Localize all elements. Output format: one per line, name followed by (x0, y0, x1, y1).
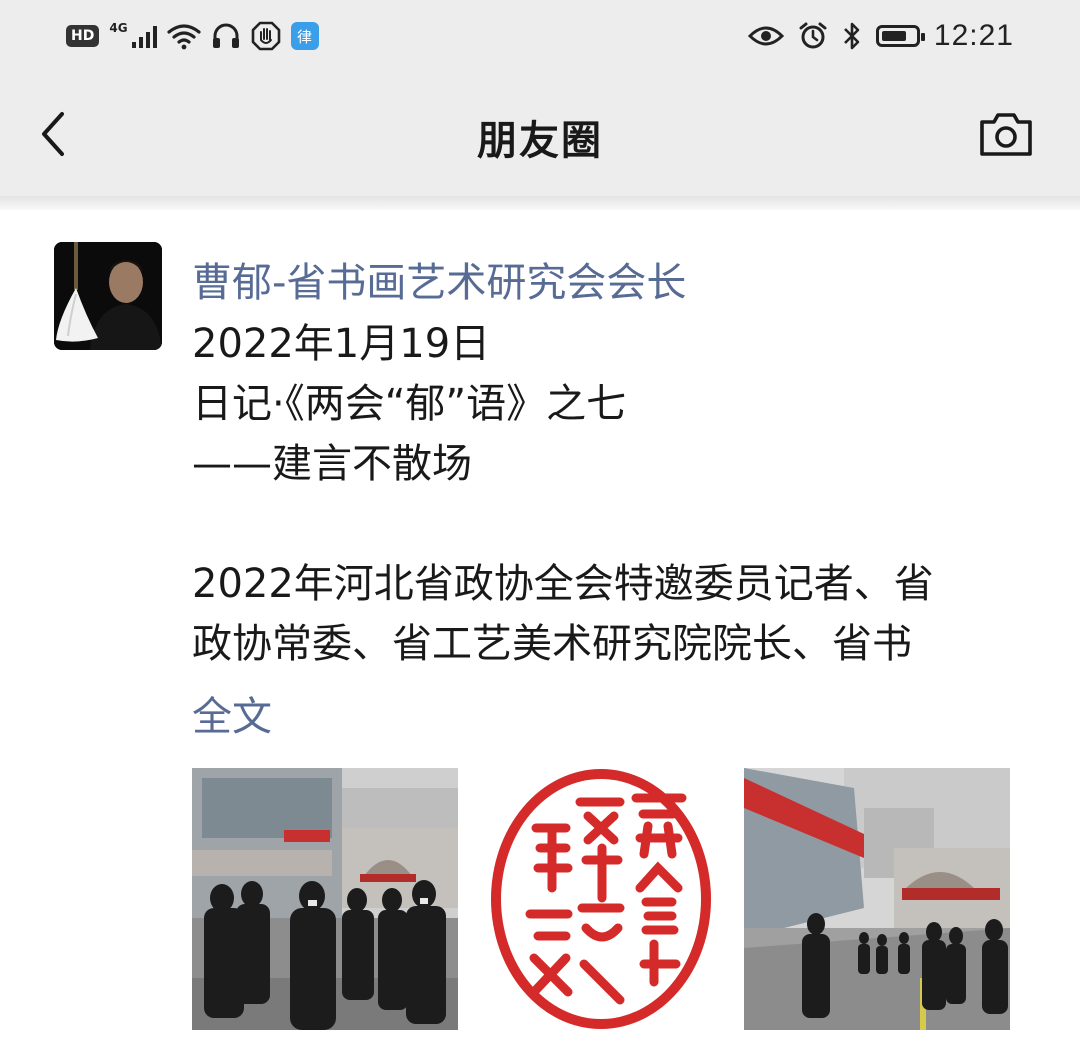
photo-grid (192, 768, 1010, 1030)
camera-button[interactable] (976, 108, 1036, 160)
status-bar-left: HD 4G 律 (66, 18, 319, 54)
page-title: 朋友圈 (477, 118, 603, 164)
alarm-icon (799, 22, 827, 49)
status-bar-right: 12:21 (747, 14, 1014, 58)
photo-crowd-outside-building[interactable] (192, 768, 458, 1030)
post-text-line: 2022年河北省政协全会特邀委员记者、省 (192, 561, 934, 607)
battery-level-fill (881, 31, 906, 41)
post-text-line: 2022年1月19日 (192, 321, 491, 367)
post-text-line: 日记·《两会“郁”语》之七 (192, 381, 627, 427)
moments-post: 曹郁-省书画艺术研究会会长 2022年1月19日 日记·《两会“郁”语》之七 —… (0, 210, 1080, 1050)
clock-time: 12:21 (933, 19, 1014, 52)
headphones-icon (212, 23, 239, 48)
eye-icon (747, 26, 784, 46)
network-type-label: 4G (109, 21, 128, 35)
author-name[interactable]: 曹郁-省书画艺术研究会会长 (192, 250, 686, 308)
photo-conference-entrance[interactable] (744, 768, 1010, 1030)
hd-icon: HD (66, 25, 100, 47)
avatar[interactable] (54, 242, 162, 350)
nav-bar: 朋友圈 (0, 72, 1080, 196)
camera-icon (980, 113, 1032, 156)
post-text-line: ——建言不散场 (192, 441, 472, 487)
hand-stop-icon (251, 21, 280, 51)
post-text-line (192, 494, 1052, 554)
full-text-link[interactable]: 全文 (192, 684, 272, 742)
avatar-portrait (54, 242, 162, 350)
post-text: 2022年1月19日 日记·《两会“郁”语》之七 ——建言不散场 2022年河北… (192, 314, 1052, 674)
photo-red-seal-stamp[interactable] (468, 768, 734, 1030)
bluetooth-icon (844, 22, 860, 50)
wifi-icon (166, 24, 201, 50)
signal-icon (131, 24, 157, 48)
nav-divider (0, 196, 1080, 210)
battery-icon (875, 25, 925, 47)
app-notification-icon: 律 (290, 22, 319, 50)
status-bar: HD 4G 律 12:21 (0, 0, 1080, 72)
post-text-line: 政协常委、省工艺美术研究院院长、省书 (192, 621, 912, 667)
